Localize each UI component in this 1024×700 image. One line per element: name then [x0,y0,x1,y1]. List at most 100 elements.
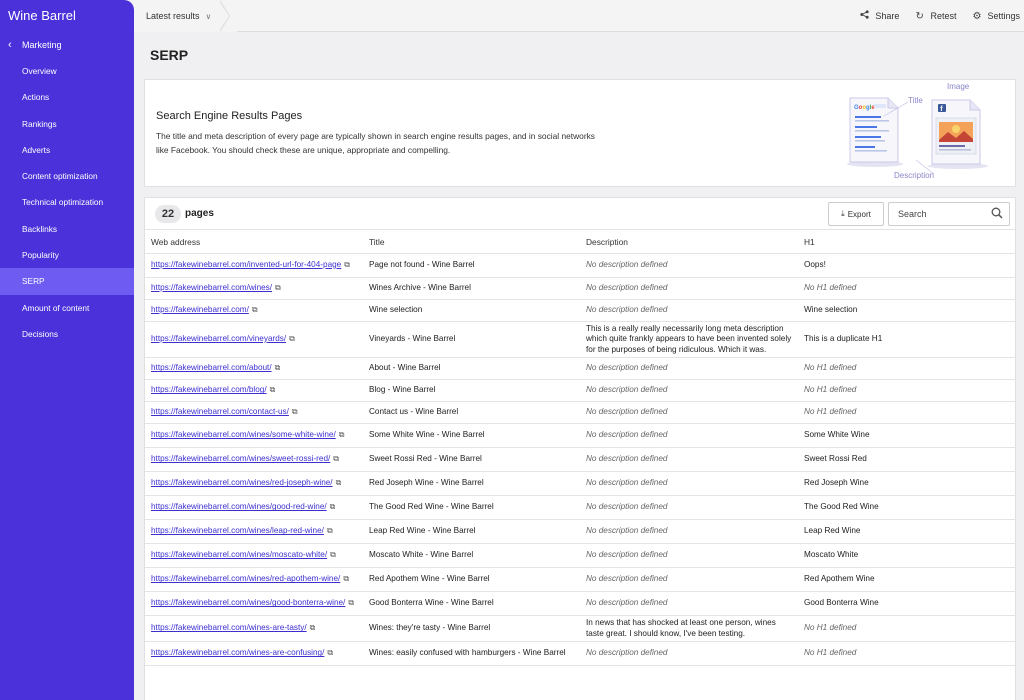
cell-h1: Moscato White [798,543,1017,568]
cell-h1: Red Apothem Wine [798,567,1017,592]
web-address-link[interactable]: https://fakewinebarrel.com/wines/sweet-r… [151,454,330,463]
table-row: https://fakewinebarrel.com/wines/sweet-r… [145,447,1017,472]
table-row: https://fakewinebarrel.com/blog/⧉ Blog - … [145,379,1017,402]
web-address-link[interactable]: https://fakewinebarrel.com/wines/leap-re… [151,526,324,535]
search-box [888,202,1010,226]
web-address-link[interactable]: https://fakewinebarrel.com/contact-us/ [151,407,289,416]
cell-h1: The Good Red Wine [798,495,1017,520]
top-actions: Share ↻ Retest ⚙ Settings [860,0,1024,32]
web-address-link[interactable]: https://fakewinebarrel.com/about/ [151,363,272,372]
web-address-link[interactable]: https://fakewinebarrel.com/wines/moscato… [151,550,327,559]
web-address-link[interactable]: https://fakewinebarrel.com/wines/good-re… [151,502,327,511]
web-address-link[interactable]: https://fakewinebarrel.com/invented-url-… [151,260,341,269]
external-link-icon[interactable]: ⧉ [275,283,281,294]
external-link-icon[interactable]: ⧉ [336,478,342,489]
web-address-link[interactable]: https://fakewinebarrel.com/wines/good-bo… [151,598,345,607]
web-address-link[interactable]: https://fakewinebarrel.com/blog/ [151,385,267,394]
external-link-icon[interactable]: ⧉ [327,648,333,659]
serp-illustration: Google f Title Image Description [838,82,998,186]
table-row: https://fakewinebarrel.com/vineyards/⧉ Vi… [145,321,1017,358]
page-count-badge: 22 [155,205,181,223]
cell-description: No description defined [580,495,798,520]
external-link-icon[interactable]: ⧉ [330,502,336,513]
cell-web-address: https://fakewinebarrel.com/wines/red-jos… [145,471,363,496]
external-link-icon[interactable]: ⧉ [327,526,333,537]
sidebar-item-actions[interactable]: Actions [0,84,134,110]
retest-label: Retest [930,11,957,21]
web-address-link[interactable]: https://fakewinebarrel.com/ [151,305,249,314]
cell-description: No description defined [580,447,798,472]
cell-web-address: https://fakewinebarrel.com/wines/sweet-r… [145,447,363,472]
sidebar-item-rankings[interactable]: Rankings [0,111,134,137]
external-link-icon[interactable]: ⧉ [348,598,354,609]
web-address-link[interactable]: https://fakewinebarrel.com/wines-are-con… [151,648,324,657]
cell-web-address: https://fakewinebarrel.com/wines-are-con… [145,641,363,666]
web-address-link[interactable]: https://fakewinebarrel.com/wines/ [151,283,272,292]
external-link-icon[interactable]: ⧉ [333,454,339,465]
table-row: https://fakewinebarrel.com/wines/good-bo… [145,591,1017,616]
cell-web-address: https://fakewinebarrel.com/wines/⧉ [145,277,363,300]
serp-table-card: 22 pages ⤓ Export Web address Title Desc… [144,197,1017,700]
cell-description: No description defined [580,253,798,278]
cell-web-address: https://fakewinebarrel.com/wines-are-tas… [145,615,363,642]
search-input[interactable] [889,203,989,225]
cell-web-address: https://fakewinebarrel.com/⧉ [145,299,363,322]
export-button[interactable]: ⤓ Export [828,202,884,226]
column-header-h1[interactable]: H1 [798,231,1017,254]
sidebar-item-serp[interactable]: SERP [0,268,134,295]
external-link-icon[interactable]: ⧉ [344,260,350,271]
sidebar-item-overview[interactable]: Overview [0,58,134,84]
app-brand[interactable]: Wine Barrel [0,0,134,32]
web-address-link[interactable]: https://fakewinebarrel.com/wines/some-wh… [151,430,336,439]
column-header-title[interactable]: Title [363,231,580,254]
external-link-icon[interactable]: ⧉ [252,305,258,316]
external-link-icon[interactable]: ⧉ [310,623,316,634]
sidebar-item-decisions[interactable]: Decisions [0,321,134,347]
cell-description: No description defined [580,519,798,544]
serp-table: Web address Title Description H1 https:/… [145,231,1017,666]
cell-description: No description defined [580,471,798,496]
sidebar-item-amount-of-content[interactable]: Amount of content [0,295,134,321]
sidebar-item-popularity[interactable]: Popularity [0,242,134,268]
cell-title: Some White Wine - Wine Barrel [363,423,580,448]
external-link-icon[interactable]: ⧉ [330,550,336,561]
external-link-icon[interactable]: ⧉ [292,407,298,418]
cell-description: No description defined [580,567,798,592]
settings-button[interactable]: ⚙ Settings [972,11,1020,22]
retest-button[interactable]: ↻ Retest [915,11,956,22]
sidebar-item-content-optimization[interactable]: Content optimization [0,163,134,189]
table-row: https://fakewinebarrel.com/wines/red-apo… [145,567,1017,592]
cell-description: No description defined [580,299,798,322]
web-address-link[interactable]: https://fakewinebarrel.com/wines-are-tas… [151,623,307,632]
cell-title: Moscato White - Wine Barrel [363,543,580,568]
share-button[interactable]: Share [860,10,899,22]
cell-h1: No H1 defined [798,277,1017,300]
sidebar-item-backlinks[interactable]: Backlinks [0,216,134,242]
cell-title: Page not found - Wine Barrel [363,253,580,278]
column-header-description[interactable]: Description [580,231,798,254]
illustration-description-label: Description [894,171,935,180]
external-link-icon[interactable]: ⧉ [339,430,345,441]
external-link-icon[interactable]: ⧉ [275,363,281,374]
cell-description: No description defined [580,591,798,616]
sidebar-section-label: Marketing [22,40,62,50]
illustration-image-label: Image [947,82,970,91]
sidebar-section-marketing[interactable]: ‹ Marketing [0,32,134,58]
web-address-link[interactable]: https://fakewinebarrel.com/wines/red-jos… [151,478,333,487]
cell-title: Wines: they're tasty - Wine Barrel [363,615,580,642]
web-address-link[interactable]: https://fakewinebarrel.com/wines/red-apo… [151,574,340,583]
external-link-icon[interactable]: ⧉ [343,574,349,585]
sidebar-item-adverts[interactable]: Adverts [0,137,134,163]
table-row: https://fakewinebarrel.com/invented-url-… [145,253,1017,278]
share-icon [860,10,870,22]
external-link-icon[interactable]: ⧉ [270,385,276,396]
cell-description: No description defined [580,277,798,300]
table-row: https://fakewinebarrel.com/wines/leap-re… [145,519,1017,544]
search-icon[interactable] [991,207,1003,222]
column-header-web-address[interactable]: Web address [145,231,363,254]
table-row: https://fakewinebarrel.com/wines/some-wh… [145,423,1017,448]
web-address-link[interactable]: https://fakewinebarrel.com/vineyards/ [151,334,286,343]
table-toolbar: 22 pages ⤓ Export [145,198,1015,230]
external-link-icon[interactable]: ⧉ [289,334,295,345]
sidebar-item-technical-optimization[interactable]: Technical optimization [0,189,134,215]
